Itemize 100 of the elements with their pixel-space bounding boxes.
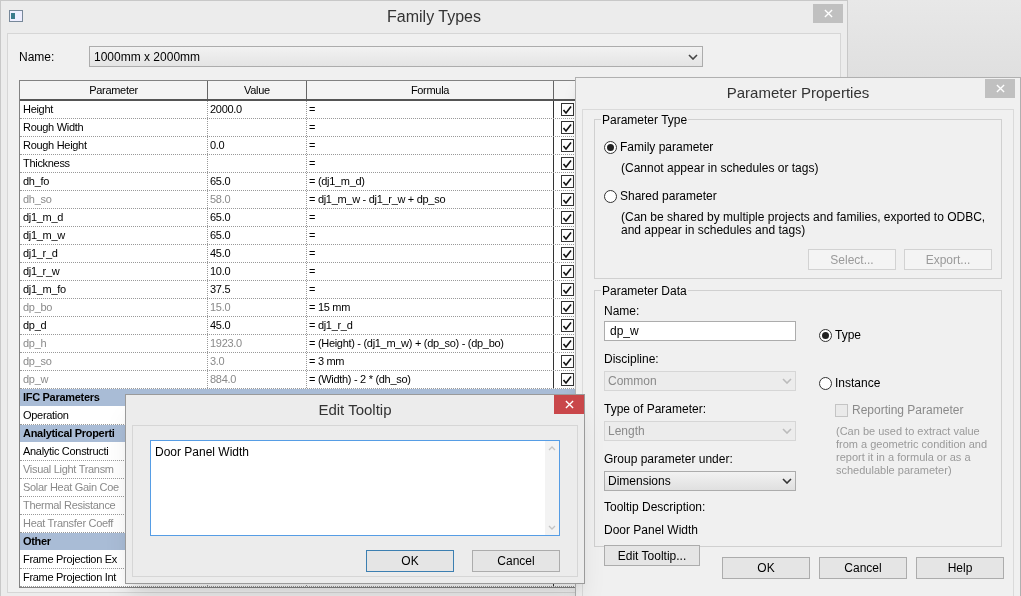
formula-cell-text: = bbox=[309, 246, 316, 262]
radio-button[interactable] bbox=[604, 140, 617, 154]
formula-cell-text: = bbox=[309, 228, 316, 244]
close-icon bbox=[995, 84, 1005, 93]
column-header: Parameter bbox=[20, 81, 208, 99]
description-text: (Cannot appear in schedules or tags) bbox=[621, 162, 820, 175]
radio-button[interactable] bbox=[819, 376, 832, 390]
chevron-icon bbox=[782, 378, 792, 384]
field-label: Group parameter under: bbox=[604, 451, 734, 468]
checkbox[interactable] bbox=[560, 337, 574, 350]
value-cell-text: 1923.0 bbox=[210, 336, 242, 352]
parameter-cell: dh_so bbox=[20, 191, 208, 208]
radio-button[interactable] bbox=[819, 328, 832, 342]
tooltip-text-area[interactable]: Door Panel Width bbox=[150, 440, 560, 536]
checkbox[interactable] bbox=[560, 121, 574, 134]
checkbox-label: Reporting Parameter bbox=[852, 402, 964, 419]
checkbox[interactable] bbox=[560, 157, 574, 170]
scrollbar-icon bbox=[545, 441, 559, 535]
parameter-cell: dj1_m_fo bbox=[20, 281, 208, 298]
parameter-cell: dh_fo bbox=[20, 173, 208, 190]
checkbox[interactable] bbox=[560, 175, 574, 188]
checkbox[interactable] bbox=[560, 193, 574, 206]
parameter-cell: Thickness bbox=[20, 155, 208, 172]
dialog-button[interactable]: OK bbox=[722, 557, 810, 579]
formula-cell-text: = bbox=[309, 120, 316, 136]
parameter-cell: Height bbox=[20, 101, 208, 118]
name-dropdown[interactable]: 1000mm x 2000mm bbox=[89, 46, 703, 67]
formula-cell-text: = dj1_m_w - dj1_r_w + dp_so bbox=[309, 192, 446, 208]
value-cell-text: 65.0 bbox=[210, 228, 231, 244]
checkbox[interactable] bbox=[560, 265, 574, 278]
parameter-cell: dj1_m_w bbox=[20, 227, 208, 244]
checkbox[interactable] bbox=[560, 139, 574, 152]
parameter-cell: Rough Width bbox=[20, 119, 208, 136]
app-icon bbox=[9, 10, 23, 22]
radio-button[interactable] bbox=[604, 189, 617, 203]
chevron-icon bbox=[782, 478, 792, 484]
chevron-icon bbox=[782, 428, 792, 434]
checkbox[interactable] bbox=[560, 355, 574, 368]
checkbox[interactable] bbox=[560, 373, 574, 386]
window-title: Family Types bbox=[387, 7, 481, 27]
window-title: Parameter Properties bbox=[726, 83, 870, 104]
formula-cell-text: = (dj1_m_d) bbox=[309, 174, 365, 190]
radio-label: Shared parameter bbox=[620, 188, 717, 205]
description-text: (Can be shared by multiple projects and families, exported to ODBC, and appear in schedules and tags) bbox=[621, 211, 987, 237]
formula-cell-text: = (Height) - (dj1_m_w) + (dp_so) - (dp_bo) bbox=[309, 336, 504, 352]
column-header: Formula bbox=[307, 81, 554, 99]
value-cell-text: 45.0 bbox=[210, 318, 231, 334]
close-icon bbox=[564, 400, 574, 409]
radio-label: Instance bbox=[835, 375, 881, 392]
tooltip-text: Door Panel Width bbox=[604, 522, 700, 539]
formula-cell-text: = bbox=[309, 264, 316, 280]
checkbox[interactable] bbox=[560, 301, 574, 314]
formula-cell-text: = 3 mm bbox=[309, 354, 345, 370]
parameter-cell: dp_so bbox=[20, 353, 208, 370]
value-cell-text: 3.0 bbox=[210, 354, 225, 370]
parameter-cell: dj1_r_d bbox=[20, 245, 208, 262]
parameter-cell: Rough Height bbox=[20, 137, 208, 154]
radio-label: Family parameter bbox=[620, 139, 714, 156]
parameter-cell: dp_bo bbox=[20, 299, 208, 316]
name-label: Name: bbox=[19, 48, 56, 66]
formula-cell-text: = bbox=[309, 282, 316, 298]
dialog-button[interactable]: Help bbox=[916, 557, 1004, 579]
checkbox[interactable] bbox=[560, 103, 574, 116]
parameter-cell: dp_h bbox=[20, 335, 208, 352]
dropdown[interactable]: Dimensions bbox=[604, 471, 796, 491]
checkbox[interactable] bbox=[560, 247, 574, 260]
radio-label: Type bbox=[835, 327, 861, 344]
formula-cell-text: = bbox=[309, 156, 316, 172]
value-cell-text: 884.0 bbox=[210, 372, 237, 388]
dialog-button[interactable]: Cancel bbox=[819, 557, 907, 579]
formula-cell-text: = bbox=[309, 102, 316, 118]
value-cell-text: 65.0 bbox=[210, 174, 231, 190]
formula-cell-text: = 15 mm bbox=[309, 300, 350, 316]
value-cell-text: 2000.0 bbox=[210, 102, 242, 118]
checkbox[interactable] bbox=[560, 283, 574, 296]
field-label: Name: bbox=[604, 303, 641, 320]
value-cell-text: 45.0 bbox=[210, 246, 231, 262]
formula-cell-text: = (Width) - 2 * (dh_so) bbox=[309, 372, 411, 388]
parameter-cell: dj1_m_d bbox=[20, 209, 208, 226]
field-label: Type of Parameter: bbox=[604, 401, 708, 418]
dialog-button[interactable]: OK bbox=[366, 550, 454, 572]
checkbox[interactable] bbox=[560, 229, 574, 242]
checkbox[interactable] bbox=[560, 319, 574, 332]
chevron-icon bbox=[688, 53, 698, 60]
dialog-button[interactable]: Cancel bbox=[472, 550, 560, 572]
formula-cell-text: = bbox=[309, 138, 316, 154]
value-cell-text: 58.0 bbox=[210, 192, 231, 208]
value-cell-text: 10.0 bbox=[210, 264, 231, 280]
checkbox[interactable] bbox=[560, 211, 574, 224]
value-cell-text: 0.0 bbox=[210, 138, 225, 154]
window-title: Edit Tooltip bbox=[318, 399, 392, 420]
value-cell-text: 15.0 bbox=[210, 300, 231, 316]
name-field[interactable]: dp_w bbox=[604, 321, 796, 341]
formula-cell-text: = bbox=[309, 210, 316, 226]
formula-cell-text: = dj1_r_d bbox=[309, 318, 353, 334]
parameter-cell: dp_d bbox=[20, 317, 208, 334]
field-label: Tooltip Description: bbox=[604, 499, 707, 516]
close-button[interactable] bbox=[554, 395, 584, 414]
edit-tooltip-button[interactable]: Edit Tooltip... bbox=[604, 545, 700, 566]
close-icon bbox=[823, 9, 833, 18]
